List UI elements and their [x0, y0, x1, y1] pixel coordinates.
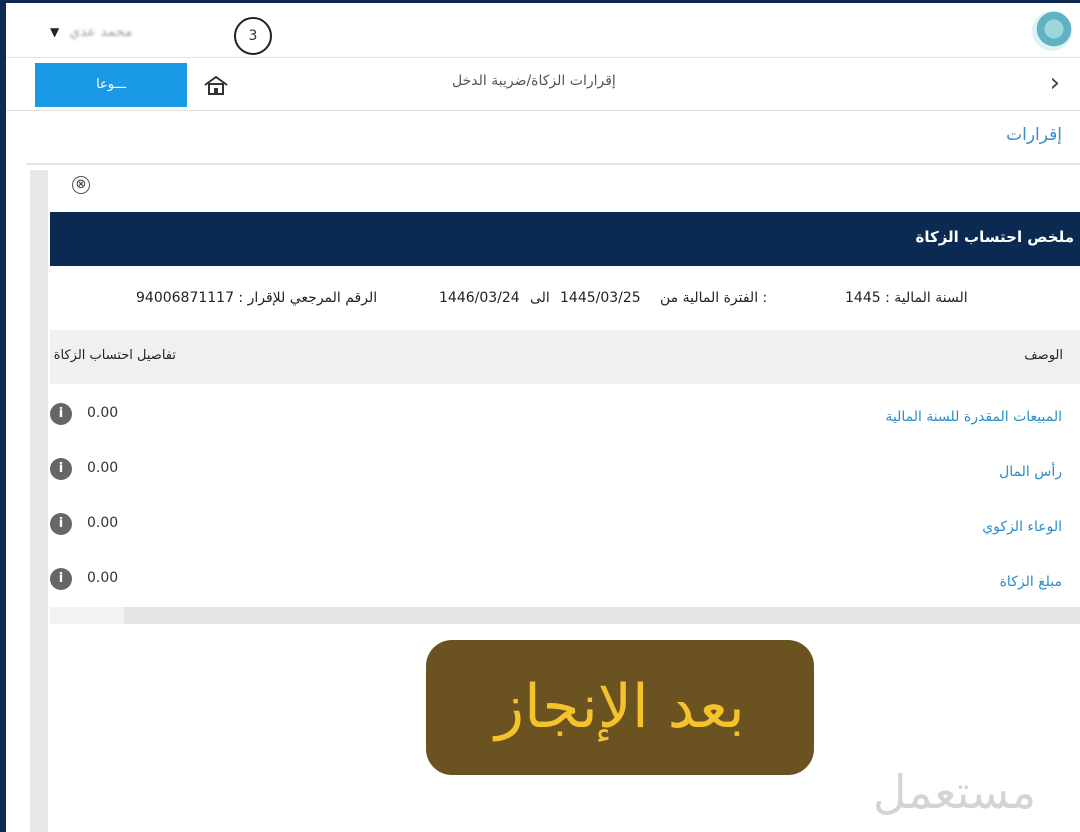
close-icon[interactable]: ⊗ — [72, 176, 90, 194]
table-row: الوعاء الزكوي 0.00 i — [50, 497, 1080, 551]
column-details: تفاصيل احتساب الزكاة — [53, 348, 176, 363]
info-icon[interactable]: i — [50, 403, 72, 425]
row-label[interactable]: الوعاء الزكوي — [982, 519, 1062, 535]
page-heading-row: إقرارات — [26, 111, 1080, 165]
table-header: الوصف تفاصيل احتساب الزكاة — [50, 330, 1080, 384]
period-to: 1446/03/24 — [439, 290, 520, 306]
info-icon[interactable]: i — [50, 513, 72, 535]
action-button[interactable]: ـــوعا — [35, 63, 187, 107]
info-icon[interactable]: i — [50, 568, 72, 590]
after-completion-badge: بعد الإنجاز — [426, 640, 814, 775]
user-name: محمد عدي — [69, 24, 133, 40]
top-user-bar: ▼ محمد عدي 3 — [6, 3, 1080, 58]
table-row: المبيعات المقدرة للسنة المالية 0.00 i — [50, 387, 1080, 441]
scrollbar-thumb[interactable] — [50, 607, 124, 624]
modal-header: ملخص احتساب الزكاة — [50, 212, 1080, 266]
period-label: الفترة المالية من : — [660, 290, 768, 306]
table-row: رأس المال 0.00 i — [50, 442, 1080, 496]
page-title: إقرارات — [1006, 125, 1062, 145]
row-label[interactable]: مبلغ الزكاة — [1000, 574, 1062, 590]
avatar[interactable]: 3 — [234, 17, 272, 55]
reference-number: الرقم المرجعي للإقرار : 94006871117 — [136, 290, 378, 306]
row-value: 0.00 — [87, 515, 119, 531]
horizontal-scrollbar[interactable] — [50, 607, 1080, 624]
period-from: 1445/03/25 — [560, 290, 641, 306]
user-menu[interactable]: ▼ محمد عدي — [50, 17, 132, 47]
badge-text: بعد الإنجاز — [495, 672, 745, 742]
row-value: 0.00 — [87, 460, 119, 476]
side-gutter — [30, 170, 48, 832]
modal-title: ملخص احتساب الزكاة — [915, 228, 1075, 246]
summary-info-row: السنة المالية : 1445 الفترة المالية من :… — [50, 268, 1080, 328]
breadcrumb: ـــوعا إقرارات الزكاة/ضريبة الدخل › — [6, 58, 1080, 111]
column-description: الوصف — [1024, 348, 1063, 363]
home-icon[interactable] — [203, 75, 229, 95]
row-value: 0.00 — [87, 405, 119, 421]
caret-down-icon[interactable]: ▼ — [50, 25, 59, 39]
row-label[interactable]: رأس المال — [999, 464, 1062, 480]
info-icon[interactable]: i — [50, 458, 72, 480]
breadcrumb-title: إقرارات الزكاة/ضريبة الدخل — [452, 73, 616, 89]
fiscal-year: السنة المالية : 1445 — [845, 290, 968, 306]
watermark: مستعمل — [873, 765, 1037, 819]
table-row: مبلغ الزكاة 0.00 i — [50, 552, 1080, 606]
chevron-right-icon[interactable]: › — [1050, 70, 1060, 96]
row-value: 0.00 — [87, 570, 119, 586]
window-left-border — [0, 0, 6, 832]
period-to-label: الى — [530, 290, 550, 306]
row-label[interactable]: المبيعات المقدرة للسنة المالية — [885, 409, 1062, 425]
logo-icon — [1032, 11, 1072, 51]
